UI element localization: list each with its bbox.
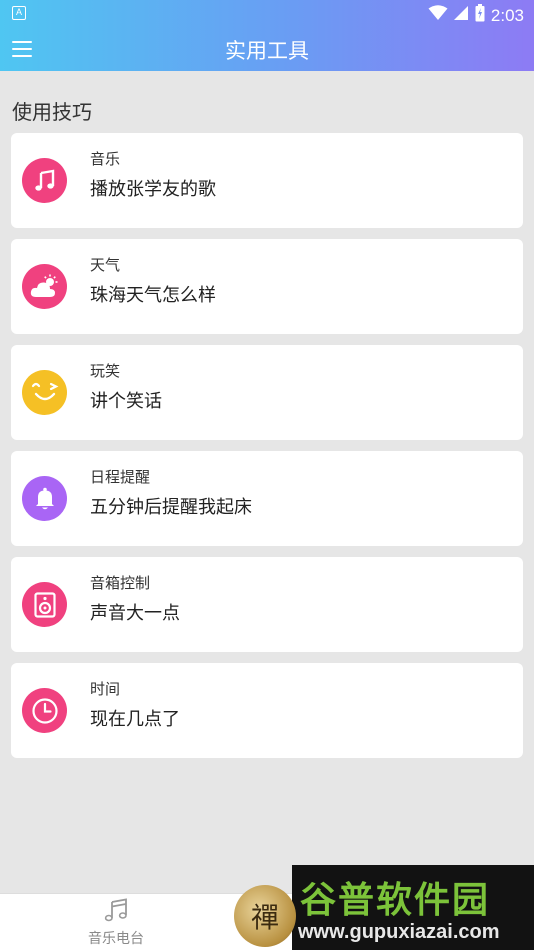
wink-smile-icon	[22, 370, 67, 415]
status-time: 2:03	[490, 5, 524, 25]
page-title: 实用工具	[225, 39, 309, 63]
nav-label: 音乐电台	[88, 931, 144, 947]
tip-card-speaker[interactable]: 音箱控制 声音大一点	[11, 557, 523, 652]
tip-example: 珠海天气怎么样	[90, 285, 216, 306]
weather-cloud-sun-icon	[22, 264, 67, 309]
tip-title: 音乐	[90, 150, 121, 168]
tip-title: 日程提醒	[90, 468, 151, 486]
notification-icon: A	[12, 6, 26, 20]
music-notes-icon	[103, 898, 129, 926]
tip-example: 讲个笑话	[90, 391, 162, 412]
tip-card-reminder[interactable]: 日程提醒 五分钟后提醒我起床	[11, 451, 523, 546]
signal-icon	[453, 5, 469, 26]
tip-card-music[interactable]: 音乐 播放张学友的歌	[11, 133, 523, 228]
section-title: 使用技巧	[12, 100, 92, 124]
clock-icon	[22, 688, 67, 733]
watermark-seal: 禪	[234, 885, 296, 947]
watermark-title: 谷普软件园	[300, 880, 491, 921]
nav-item-music-radio[interactable]: 音乐电台	[80, 898, 152, 948]
tip-example: 五分钟后提醒我起床	[90, 497, 252, 518]
tip-title: 天气	[90, 256, 121, 274]
watermark: 禪 谷普软件园 www.gupuxiazai.com	[234, 865, 534, 950]
tip-card-weather[interactable]: 天气 珠海天气怎么样	[11, 239, 523, 334]
battery-icon	[475, 4, 485, 27]
status-bar: A 2:03	[0, 0, 534, 27]
tip-title: 音箱控制	[90, 574, 151, 592]
tip-title: 时间	[90, 680, 121, 698]
tip-example: 播放张学友的歌	[90, 179, 216, 200]
app-bar: 实用工具	[0, 27, 534, 71]
tip-card-joke[interactable]: 玩笑 讲个笑话	[11, 345, 523, 440]
watermark-seal-text: 禪	[250, 901, 279, 934]
tip-example: 现在几点了	[90, 709, 180, 730]
wifi-icon	[428, 5, 448, 26]
tips-list: 音乐 播放张学友的歌 天气 珠海天气怎么样 玩笑 讲个笑话 日程提醒 五分钟后提…	[11, 133, 523, 769]
bell-icon	[22, 476, 67, 521]
status-icons: 2:03	[428, 4, 524, 27]
tip-example: 声音大一点	[90, 603, 180, 624]
speaker-icon	[22, 582, 67, 627]
watermark-url: www.gupuxiazai.com	[298, 921, 500, 943]
music-note-icon	[22, 158, 67, 203]
tip-title: 玩笑	[90, 362, 121, 380]
tip-card-time[interactable]: 时间 现在几点了	[11, 663, 523, 758]
